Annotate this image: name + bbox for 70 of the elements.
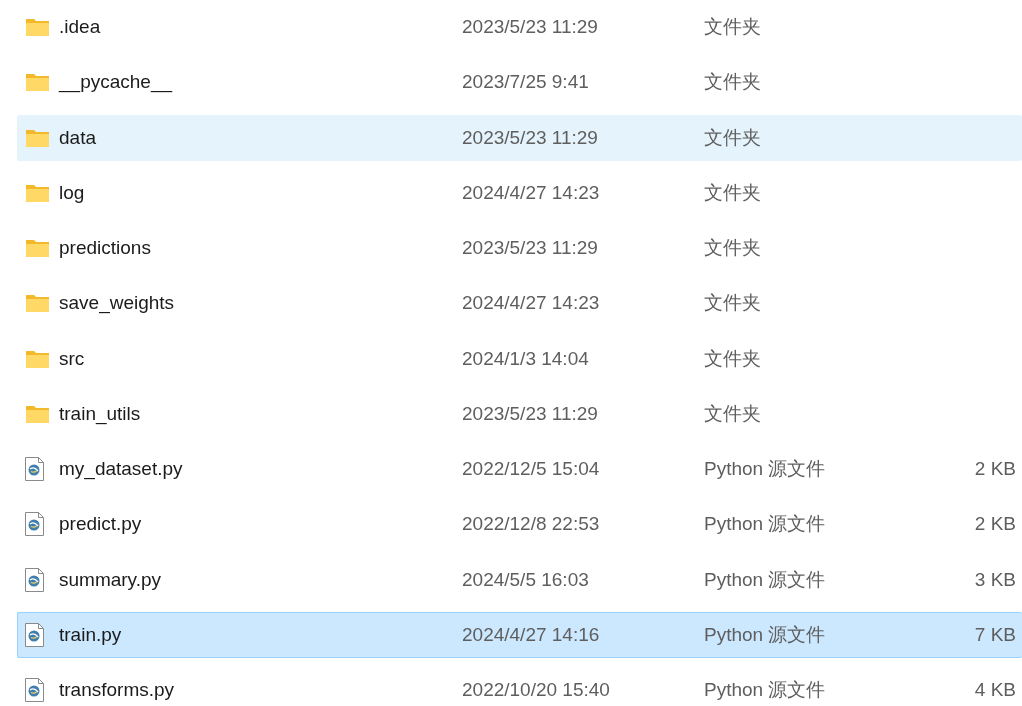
file-size: 3 KB bbox=[974, 568, 1016, 591]
file-type: 文件夹 bbox=[704, 15, 761, 39]
file-size: 4 KB bbox=[974, 679, 1016, 701]
file-type: Python 源文件 bbox=[704, 622, 826, 647]
modified-date: 2023/5/23 11:29 bbox=[462, 237, 599, 259]
modified-date: 2022/10/20 15:40 bbox=[462, 679, 611, 701]
file-row[interactable]: __pycache__ 2023/7/25 9:41 文件夹 bbox=[17, 59, 1022, 106]
file-type: Python 源文件 bbox=[704, 678, 826, 702]
file-size: 2 KB bbox=[974, 458, 1016, 480]
modified-date: 2022/12/5 15:04 bbox=[462, 458, 601, 480]
file-name: my_dataset.py bbox=[59, 458, 184, 480]
file-name: src bbox=[59, 347, 86, 370]
file-row[interactable]: data 2023/5/23 11:29 文件夹 bbox=[17, 114, 1022, 161]
python-file-icon bbox=[25, 678, 44, 702]
folder-icon bbox=[25, 17, 50, 37]
file-row[interactable]: predict.py 2022/12/8 22:53 Python 源文件 2 KB bbox=[17, 501, 1022, 548]
file-row[interactable]: save_weights 2024/4/27 14:23 文件夹 bbox=[17, 280, 1022, 327]
modified-date: 2023/5/23 11:29 bbox=[462, 402, 599, 425]
file-row[interactable]: .idea 2023/5/23 11:29 文件夹 bbox=[17, 4, 1022, 50]
file-type: 文件夹 bbox=[704, 125, 761, 150]
file-row[interactable]: summary.py 2024/5/5 16:03 Python 源文件 3 KB bbox=[17, 556, 1022, 603]
file-type: 文件夹 bbox=[704, 236, 761, 260]
file-type: Python 源文件 bbox=[704, 457, 826, 481]
file-row[interactable]: log 2024/4/27 14:23 文件夹 bbox=[17, 169, 1022, 216]
file-row[interactable]: src 2024/1/3 14:04 文件夹 bbox=[17, 335, 1022, 382]
file-type: 文件夹 bbox=[704, 401, 761, 426]
folder-icon bbox=[25, 72, 50, 93]
file-row[interactable]: train_utils 2023/5/23 11:29 文件夹 bbox=[17, 390, 1022, 437]
folder-icon bbox=[25, 403, 50, 424]
folder-icon bbox=[25, 238, 50, 258]
modified-date: 2024/4/27 14:23 bbox=[462, 292, 601, 315]
file-type: 文件夹 bbox=[704, 291, 761, 316]
modified-date: 2023/5/23 11:29 bbox=[462, 16, 599, 38]
modified-date: 2024/1/3 14:04 bbox=[462, 347, 590, 370]
folder-icon bbox=[25, 182, 50, 203]
file-row[interactable]: transforms.py 2022/10/20 15:40 Python 源文件 4 KB bbox=[17, 667, 1022, 706]
file-row[interactable]: my_dataset.py 2022/12/5 15:04 Python 源文件 2 KB bbox=[17, 446, 1022, 492]
file-name: train.py bbox=[59, 623, 123, 646]
file-type: 文件夹 bbox=[704, 346, 761, 371]
file-type: Python 源文件 bbox=[704, 567, 826, 592]
file-name: __pycache__ bbox=[59, 71, 174, 94]
file-type: 文件夹 bbox=[704, 70, 761, 95]
file-name: log bbox=[59, 181, 86, 204]
file-size: 7 KB bbox=[974, 623, 1016, 646]
folder-icon bbox=[25, 348, 50, 369]
file-row[interactable]: train.py 2024/4/27 14:16 Python 源文件 7 KB bbox=[17, 611, 1022, 658]
modified-date: 2024/4/27 14:16 bbox=[462, 623, 601, 646]
folder-icon bbox=[25, 127, 50, 148]
file-type: Python 源文件 bbox=[704, 512, 826, 537]
python-file-icon bbox=[25, 512, 44, 537]
python-file-icon bbox=[25, 567, 44, 592]
folder-icon bbox=[25, 293, 50, 314]
file-name: predictions bbox=[59, 237, 152, 259]
file-size: 2 KB bbox=[974, 513, 1016, 536]
python-file-icon bbox=[25, 622, 44, 647]
modified-date: 2023/5/23 11:29 bbox=[462, 126, 599, 149]
modified-date: 2022/12/8 22:53 bbox=[462, 513, 601, 536]
file-name: data bbox=[59, 126, 97, 149]
file-name: save_weights bbox=[59, 292, 176, 315]
file-name: train_utils bbox=[59, 402, 142, 425]
file-row[interactable]: predictions 2023/5/23 11:29 文件夹 bbox=[17, 225, 1022, 271]
file-type: 文件夹 bbox=[704, 180, 761, 205]
python-file-icon bbox=[25, 457, 44, 481]
file-name: .idea bbox=[59, 16, 102, 38]
modified-date: 2023/7/25 9:41 bbox=[462, 71, 590, 94]
modified-date: 2024/5/5 16:03 bbox=[462, 568, 590, 591]
file-name: transforms.py bbox=[59, 679, 176, 701]
file-name: summary.py bbox=[59, 568, 163, 591]
file-name: predict.py bbox=[59, 513, 143, 536]
modified-date: 2024/4/27 14:23 bbox=[462, 181, 601, 204]
